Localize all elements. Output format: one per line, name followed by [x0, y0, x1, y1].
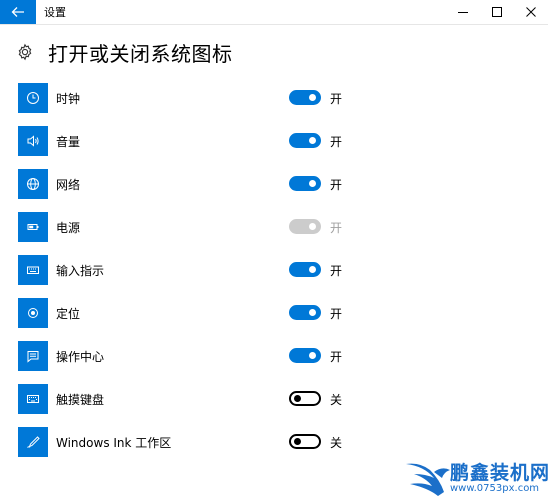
toggle-switch-disabled: [289, 219, 321, 234]
keyboard-icon: [18, 255, 48, 285]
toggle-state-text: 开: [330, 350, 343, 364]
pen-ink-icon: [18, 427, 48, 457]
item-label: 音量: [56, 135, 81, 149]
toggle-state-text: 开: [330, 135, 343, 149]
item-label: 操作中心: [56, 350, 105, 364]
item-label: Windows Ink 工作区: [56, 436, 172, 450]
maximize-icon: [492, 7, 502, 17]
list-item-location: 定位 开: [0, 293, 548, 336]
site-watermark: 鹏鑫装机网 www.0753px.com: [404, 452, 548, 498]
window-title: 设置: [44, 6, 66, 19]
page-title: 打开或关闭系统图标: [48, 41, 233, 66]
item-label: 定位: [56, 307, 81, 321]
list-item-touch-keyboard: 触摸键盘 关: [0, 379, 548, 422]
list-item-network: 网络 开: [0, 164, 548, 207]
toggle-state-text: 开: [330, 178, 343, 192]
toggle-switch[interactable]: [289, 305, 321, 320]
back-button[interactable]: [0, 0, 36, 24]
toggle-switch[interactable]: [289, 262, 321, 277]
touch-keyboard-icon: [18, 384, 48, 414]
item-label: 网络: [56, 178, 81, 192]
watermark-brand: 鹏鑫装机网: [450, 462, 548, 484]
page-header: 打开或关闭系统图标: [16, 36, 233, 68]
toggle-switch[interactable]: [289, 348, 321, 363]
toggle-state-text: 关: [330, 393, 343, 407]
close-icon: [526, 7, 536, 17]
toggle-state-text: 开: [330, 264, 343, 278]
minimize-button[interactable]: [446, 0, 480, 24]
list-item-clock: 时钟 开: [0, 78, 548, 121]
toggle-switch[interactable]: [289, 434, 321, 449]
list-item-power: 电源 开: [0, 207, 548, 250]
toggle-state-text: 开: [330, 307, 343, 321]
toggle-switch[interactable]: [289, 176, 321, 191]
item-label: 输入指示: [56, 264, 105, 278]
gear-icon: [18, 43, 32, 61]
item-label: 触摸键盘: [56, 393, 105, 407]
toggle-switch[interactable]: [289, 90, 321, 105]
title-bar: 设置: [0, 0, 548, 25]
toggle-state-text: 开: [330, 221, 343, 235]
volume-icon: [18, 126, 48, 156]
toggle-state-text: 关: [330, 436, 343, 450]
network-globe-icon: [18, 169, 48, 199]
eagle-logo-icon: [406, 463, 450, 496]
close-button[interactable]: [514, 0, 548, 24]
list-item-input-indicator: 输入指示 开: [0, 250, 548, 293]
toggle-switch[interactable]: [289, 391, 321, 406]
item-label: 电源: [56, 221, 81, 235]
location-icon: [18, 298, 48, 328]
arrow-left-icon: [11, 7, 24, 17]
action-center-icon: [18, 341, 48, 371]
minimize-icon: [458, 12, 468, 13]
item-label: 时钟: [56, 92, 81, 106]
watermark-url: www.0753px.com: [450, 483, 540, 494]
clock-icon: [18, 83, 48, 113]
list-item-action-center: 操作中心 开: [0, 336, 548, 379]
list-item-volume: 音量 开: [0, 121, 548, 164]
toggle-switch[interactable]: [289, 133, 321, 148]
battery-icon: [18, 212, 48, 242]
maximize-button[interactable]: [480, 0, 514, 24]
toggle-state-text: 开: [330, 92, 343, 106]
